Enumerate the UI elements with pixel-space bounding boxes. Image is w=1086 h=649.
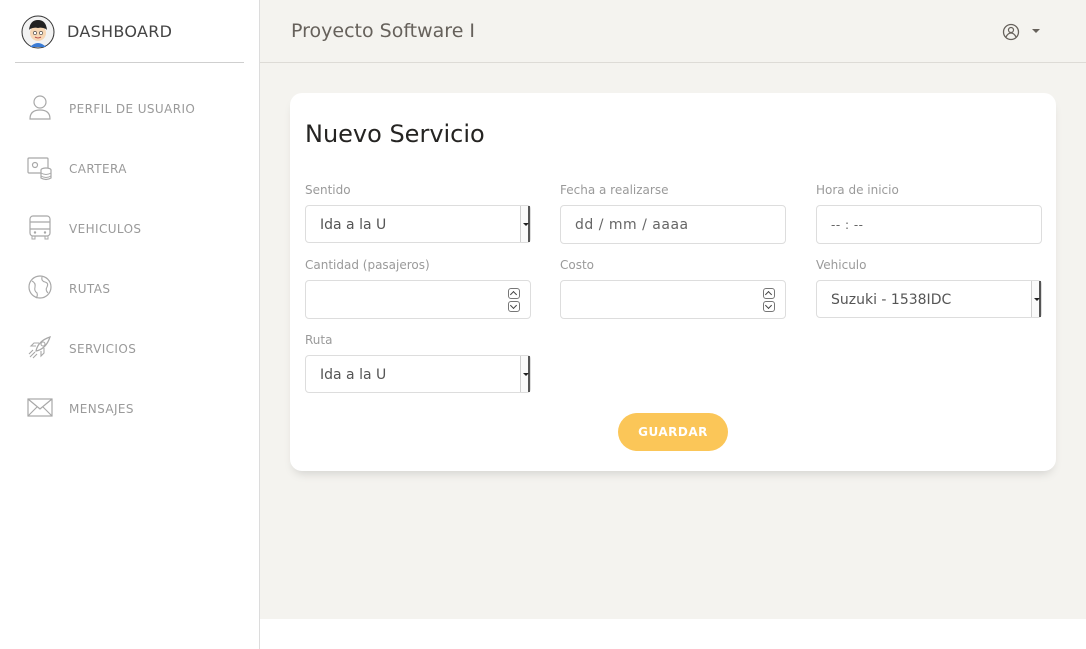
sidebar: DASHBOARD PERFIL DE USUARIO CARTERA VEHI… (0, 0, 260, 649)
hora-input[interactable]: -- : -- (816, 205, 1042, 244)
wallet-icon (27, 157, 52, 181)
ruta-field: Ruta Ida a la U (305, 333, 531, 393)
avatar (21, 15, 55, 49)
save-button[interactable]: GUARDAR (618, 413, 728, 451)
sidebar-item-vehiculos[interactable]: VEHICULOS (26, 209, 246, 249)
user-circle-icon (1002, 23, 1020, 41)
costo-input[interactable] (560, 280, 786, 319)
hora-label: Hora de inicio (816, 183, 899, 197)
stepper-down-icon[interactable] (763, 301, 775, 312)
stepper-down-icon[interactable] (508, 301, 520, 312)
rocket-icon (28, 336, 51, 359)
fecha-field: Fecha a realizarse dd / mm / aaaa (560, 183, 786, 244)
sidebar-item-mensajes[interactable]: MENSAJES (26, 389, 246, 429)
costo-label: Costo (560, 258, 595, 272)
ruta-value: Ida a la U (320, 367, 387, 383)
sidebar-item-servicios[interactable]: SERVICIOS (26, 329, 246, 369)
fecha-input[interactable]: dd / mm / aaaa (560, 205, 786, 244)
fecha-label: Fecha a realizarse (560, 183, 669, 197)
globe-icon (28, 275, 52, 299)
sentido-field: Sentido Ida a la U (305, 183, 531, 243)
cantidad-label: Cantidad (pasajeros) (305, 258, 430, 272)
sidebar-item-label: SERVICIOS (69, 342, 137, 356)
bus-icon (29, 215, 51, 240)
main-panel: Proyecto Software I Nuevo Servicio Senti… (260, 0, 1086, 619)
chevron-down-icon (1032, 29, 1040, 33)
vehiculo-value: Suzuki - 1538IDC (831, 292, 952, 308)
user-menu-dropdown[interactable] (1001, 22, 1043, 42)
envelope-icon (27, 398, 53, 417)
sidebar-item-label: PERFIL DE USUARIO (69, 102, 196, 116)
costo-stepper[interactable] (763, 288, 775, 313)
ruta-select[interactable]: Ida a la U (305, 355, 531, 393)
sidebar-item-label: MENSAJES (69, 402, 134, 416)
dropdown-arrow-icon (520, 356, 530, 392)
ruta-label: Ruta (305, 333, 333, 347)
dropdown-arrow-icon (520, 206, 530, 242)
sentido-select[interactable]: Ida a la U (305, 205, 531, 243)
sidebar-item-label: CARTERA (69, 162, 127, 176)
top-navbar: Proyecto Software I (260, 0, 1086, 63)
user-icon (29, 95, 51, 120)
fecha-placeholder: dd / mm / aaaa (575, 217, 689, 233)
brand-title: DASHBOARD (67, 22, 173, 41)
stepper-up-icon[interactable] (763, 288, 775, 299)
stepper-up-icon[interactable] (508, 288, 520, 299)
hora-field: Hora de inicio -- : -- (816, 183, 1042, 244)
footer (260, 619, 1086, 649)
sidebar-item-label: RUTAS (69, 282, 111, 296)
costo-field: Costo (560, 258, 786, 319)
sidebar-item-perfil[interactable]: PERFIL DE USUARIO (26, 89, 246, 129)
sidebar-item-cartera[interactable]: CARTERA (26, 149, 246, 189)
vehiculo-label: Vehiculo (816, 258, 867, 272)
vehiculo-field: Vehiculo Suzuki - 1538IDC (816, 258, 1042, 318)
new-service-card: Nuevo Servicio Sentido Ida a la U Fecha … (290, 93, 1056, 471)
sidebar-item-rutas[interactable]: RUTAS (26, 269, 246, 309)
cantidad-stepper[interactable] (508, 288, 520, 313)
sidebar-item-label: VEHICULOS (69, 222, 142, 236)
card-title: Nuevo Servicio (305, 120, 485, 148)
sentido-value: Ida a la U (320, 217, 387, 233)
vehiculo-select[interactable]: Suzuki - 1538IDC (816, 280, 1042, 318)
cantidad-input[interactable] (305, 280, 531, 319)
sentido-label: Sentido (305, 183, 351, 197)
page-title: Proyecto Software I (291, 20, 476, 42)
dropdown-arrow-icon (1031, 281, 1041, 317)
brand[interactable]: DASHBOARD (15, 0, 244, 63)
cantidad-field: Cantidad (pasajeros) (305, 258, 531, 319)
hora-placeholder: -- : -- (831, 218, 864, 232)
